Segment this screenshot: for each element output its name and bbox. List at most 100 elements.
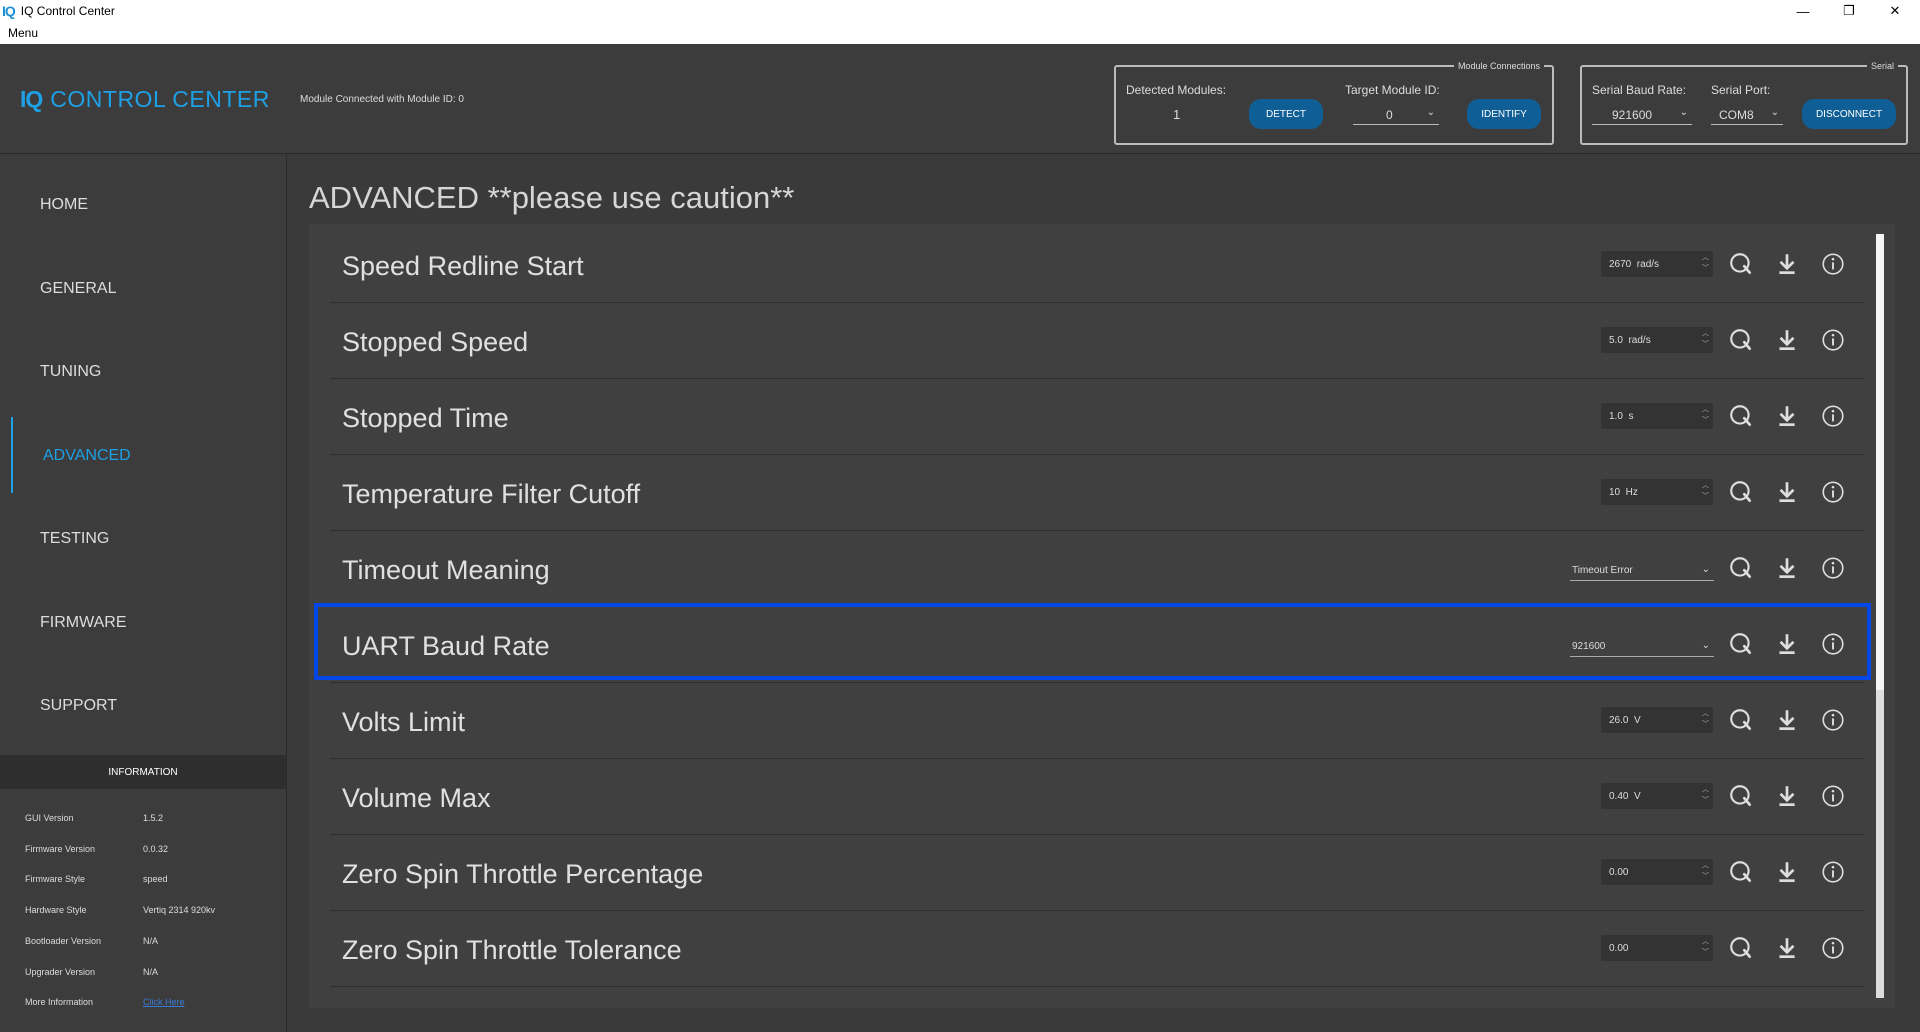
serial-port-value: COM8 (1719, 107, 1754, 122)
info-value: N/A (143, 967, 159, 977)
close-icon: ✕ (1889, 3, 1901, 18)
sidebar-item-home[interactable]: HOME (40, 196, 88, 214)
parameter-label: Stopped Speed (342, 327, 529, 357)
parameter-spinbox[interactable]: 10 Hz ︿ ﹀ (1601, 479, 1713, 505)
parameter-spinbox[interactable]: 2670 rad/s ︿ ﹀ (1601, 251, 1713, 277)
info-value: speed (143, 874, 168, 884)
parameter-row: Zero Spin Throttle Tolerance 0.00 ︿ ﹀ (330, 911, 1865, 987)
parameter-label: Zero Spin Throttle Tolerance (342, 935, 682, 965)
refresh-icon[interactable] (1728, 783, 1754, 809)
stepper-arrows-icon[interactable]: ︿ ﹀ (1702, 404, 1709, 426)
parameter-spinbox[interactable]: 26.0 V ︿ ﹀ (1601, 707, 1713, 733)
parameter-value: 2670 rad/s (1609, 259, 1660, 270)
download-icon[interactable] (1774, 555, 1800, 581)
stepper-arrows-icon[interactable]: ︿ ﹀ (1702, 708, 1709, 730)
app-logo: IQ CONTROL CENTER (20, 86, 270, 113)
info-icon[interactable] (1820, 859, 1846, 885)
parameter-value: 26.0 V (1609, 715, 1641, 726)
serial-port-select[interactable]: COM8 ⌄ (1711, 105, 1783, 125)
stepper-arrows-icon[interactable]: ︿ ﹀ (1702, 784, 1709, 806)
parameter-spinbox[interactable]: 0.00 ︿ ﹀ (1601, 935, 1713, 961)
info-icon[interactable] (1820, 327, 1846, 353)
parameter-value: 0.40 V (1609, 791, 1641, 802)
detected-modules-value: 1 (1173, 107, 1181, 122)
target-module-select[interactable]: 0 ⌄ (1353, 105, 1439, 125)
identify-button[interactable]: IDENTIFY (1467, 99, 1541, 129)
more-information-link[interactable]: Click Here (143, 997, 185, 1007)
download-icon[interactable] (1774, 859, 1800, 885)
download-icon[interactable] (1774, 479, 1800, 505)
info-icon[interactable] (1820, 403, 1846, 429)
refresh-icon[interactable] (1728, 327, 1754, 353)
info-icon[interactable] (1820, 783, 1846, 809)
refresh-icon[interactable] (1728, 403, 1754, 429)
sidebar-item-firmware[interactable]: FIRMWARE (40, 614, 127, 632)
parameter-label: Zero Spin Throttle Percentage (342, 859, 704, 889)
stepper-arrows-icon[interactable]: ︿ ﹀ (1702, 252, 1709, 274)
sidebar-item-tuning[interactable]: TUNING (40, 363, 101, 381)
info-icon[interactable] (1820, 935, 1846, 961)
maximize-button[interactable]: ❐ (1826, 0, 1872, 22)
stepper-arrows-icon[interactable]: ︿ ﹀ (1702, 860, 1709, 882)
parameter-row: Volume Max 0.40 V ︿ ﹀ (330, 759, 1865, 835)
information-heading: INFORMATION (0, 755, 286, 789)
parameter-spinbox[interactable]: 1.0 s ︿ ﹀ (1601, 403, 1713, 429)
parameter-value: 0.00 (1609, 867, 1629, 878)
parameter-spinbox[interactable]: 0.40 V ︿ ﹀ (1601, 783, 1713, 809)
sidebar-item-testing[interactable]: TESTING (40, 530, 109, 548)
chevron-down-icon: ⌄ (1701, 564, 1710, 575)
active-nav-indicator (11, 417, 13, 493)
info-icon[interactable] (1820, 251, 1846, 277)
sidebar-divider (286, 155, 287, 1032)
minimize-button[interactable]: — (1780, 0, 1826, 22)
download-icon[interactable] (1774, 783, 1800, 809)
parameter-select[interactable]: Timeout Error ⌄ (1570, 561, 1714, 581)
sidebar-item-general[interactable]: GENERAL (40, 280, 116, 298)
parameter-label: Stopped Time (342, 403, 509, 433)
refresh-icon[interactable] (1728, 935, 1754, 961)
menu-bar: Menu (0, 22, 1920, 44)
download-icon[interactable] (1774, 935, 1800, 961)
info-value: Vertiq 2314 920kv (143, 905, 216, 915)
stepper-arrows-icon[interactable]: ︿ ﹀ (1702, 480, 1709, 502)
serial-baud-rate-select[interactable]: 921600 ⌄ (1592, 105, 1692, 125)
info-label: Firmware Style (25, 874, 86, 884)
sidebar-item-advanced[interactable]: ADVANCED (43, 447, 131, 465)
parameter-value: 0.00 (1609, 943, 1629, 954)
info-icon[interactable] (1820, 479, 1846, 505)
info-icon[interactable] (1820, 707, 1846, 733)
disconnect-button[interactable]: DISCONNECT (1802, 99, 1896, 129)
header: IQ CONTROL CENTER Module Connected with M… (0, 44, 1920, 154)
download-icon[interactable] (1774, 403, 1800, 429)
refresh-icon[interactable] (1728, 707, 1754, 733)
download-icon[interactable] (1774, 251, 1800, 277)
parameter-label: Temperature Filter Cutoff (342, 479, 641, 509)
info-label: Bootloader Version (25, 936, 102, 946)
stepper-arrows-icon[interactable]: ︿ ﹀ (1702, 328, 1709, 350)
detect-button[interactable]: DETECT (1249, 99, 1323, 129)
parameter-row: Timeout Meaning Timeout Error ⌄ (330, 531, 1865, 607)
info-label: Upgrader Version (25, 967, 96, 977)
parameter-spinbox[interactable]: 0.00 ︿ ﹀ (1601, 859, 1713, 885)
download-icon[interactable] (1774, 327, 1800, 353)
info-icon[interactable] (1820, 555, 1846, 581)
info-label: Hardware Style (25, 905, 87, 915)
scrollbar-thumb[interactable] (1876, 234, 1884, 690)
download-icon[interactable] (1774, 707, 1800, 733)
close-button[interactable]: ✕ (1872, 0, 1918, 22)
refresh-icon[interactable] (1728, 479, 1754, 505)
window-title: IQ Control Center (20, 4, 115, 18)
refresh-icon[interactable] (1728, 555, 1754, 581)
parameter-label: Speed Redline Start (342, 251, 584, 281)
parameter-value: 5.0 rad/s (1609, 335, 1651, 346)
sidebar-item-support[interactable]: SUPPORT (40, 697, 117, 715)
refresh-icon[interactable] (1728, 859, 1754, 885)
app-icon: IQ (2, 3, 16, 19)
module-connections-group: Module Connections Detected Modules: 1 D… (1114, 61, 1554, 145)
stepper-arrows-icon[interactable]: ︿ ﹀ (1702, 936, 1709, 958)
parameter-label: Timeout Meaning (342, 555, 550, 585)
parameter-spinbox[interactable]: 5.0 rad/s ︿ ﹀ (1601, 327, 1713, 353)
parameter-value: Timeout Error (1572, 565, 1633, 576)
refresh-icon[interactable] (1728, 251, 1754, 277)
menu-item-menu[interactable]: Menu (8, 26, 38, 40)
